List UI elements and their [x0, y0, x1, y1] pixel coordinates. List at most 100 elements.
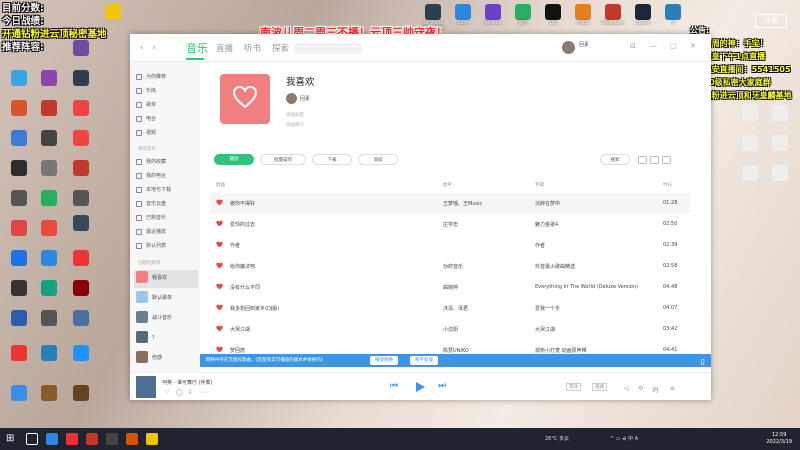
app-icon[interactable] — [86, 433, 98, 445]
volume-icon[interactable]: ◁ — [624, 385, 629, 392]
add-tags-link[interactable]: 添加标签 — [286, 112, 304, 118]
song-artist[interactable]: 陈慧UNIKO — [443, 347, 469, 354]
sidebar-item-default-list[interactable]: 默认列表 — [136, 241, 166, 251]
desktop-icon[interactable] — [4, 130, 34, 147]
minimize-button[interactable]: — — [650, 42, 657, 50]
list-view-icon[interactable] — [638, 156, 647, 164]
liked-heart-icon[interactable] — [216, 283, 223, 290]
speed-button[interactable]: 倍速 — [592, 383, 607, 391]
search-input[interactable] — [293, 43, 363, 54]
desktop-icon[interactable] — [4, 160, 34, 177]
song-row[interactable]: 作者 作者 02:39 — [210, 235, 690, 256]
desktop-icon-wallpaper[interactable]: Wallpaper — [598, 4, 628, 26]
next-icon[interactable]: ⏭ — [438, 381, 446, 391]
song-album[interactable]: 魅力金歌4 — [535, 221, 558, 228]
more-icon[interactable]: ⋯ — [200, 389, 206, 396]
desktop-icon[interactable] — [34, 220, 64, 237]
song-artist[interactable]: 王梦瑶、王Music — [443, 200, 482, 207]
desktop-icon[interactable] — [34, 310, 64, 327]
song-album[interactable]: 爱我一个乎 — [535, 305, 560, 312]
song-artist[interactable]: 沐清、泽君 — [443, 305, 468, 312]
song-row[interactable]: 给你魔法吧 功府音乐 抖音最火歌曲精选 02:58 — [210, 256, 690, 277]
liked-heart-icon[interactable] — [216, 199, 223, 206]
edge-icon[interactable] — [46, 433, 58, 445]
user-name[interactable]: 回素 — [579, 41, 589, 48]
liked-heart-icon[interactable] — [216, 220, 223, 227]
user-avatar[interactable] — [562, 41, 575, 54]
song-row[interactable]: 我多想回到家乡(DJ版) 沐清、泽君 爱我一个乎 04:07 — [210, 298, 690, 319]
batch-button[interactable]: 批量操作 — [260, 154, 306, 165]
song-artist[interactable]: 庄学忠 — [443, 221, 458, 228]
play-all-button[interactable]: 播放 — [214, 154, 254, 165]
song-row[interactable]: 爱你的过去 庄学忠 魅力金歌4 02:50 — [210, 214, 690, 235]
notice-phone-icon[interactable]: ▯ — [701, 355, 705, 368]
play-icon[interactable] — [414, 381, 426, 393]
app-icon[interactable] — [66, 433, 78, 445]
sidebar-item-purchased[interactable]: 已购音乐 — [136, 213, 166, 223]
replace-button[interactable]: 播放替换 — [370, 356, 398, 365]
song-album[interactable]: Everything In The World (Deluxe Version) — [535, 284, 638, 290]
desktop-icon[interactable] — [66, 280, 96, 297]
now-playing-cover[interactable] — [136, 376, 156, 398]
desktop-icon-raze[interactable]: Raze — [448, 4, 478, 26]
desktop-icon[interactable] — [66, 345, 96, 362]
song-row[interactable]: 被你不得好 王梦瑶、王Music 沉醉在梦中 01:28 — [210, 193, 690, 214]
back-arrow-icon[interactable]: ‹ — [140, 43, 144, 53]
desktop-icon[interactable] — [34, 130, 64, 147]
sidebar-item-cloud[interactable]: 音乐云盘 — [136, 199, 166, 209]
download-icon[interactable]: ⇩ — [188, 389, 193, 396]
song-album[interactable]: 沉醉在梦中 — [535, 200, 560, 207]
liked-heart-icon[interactable] — [216, 241, 223, 248]
playlist-item[interactable]: 战斗音乐 — [134, 310, 198, 328]
desktop-file-icon[interactable] — [735, 105, 765, 122]
download-button[interactable]: 下载 — [312, 154, 352, 165]
song-album[interactable]: 作者 — [535, 242, 545, 249]
sidebar-item-favorites[interactable]: 我的收藏 — [136, 157, 166, 167]
tab-live[interactable]: 直播 — [216, 42, 233, 54]
tab-music[interactable]: 音乐 — [186, 40, 208, 56]
sidebar-item-playlists[interactable]: 歌单 — [136, 100, 156, 110]
now-playing-title[interactable]: 何英 - 谁可舞厅 (伴奏) — [162, 379, 212, 386]
playlist-item[interactable]: 我喜欢 — [134, 270, 198, 288]
desktop-icon[interactable] — [34, 100, 64, 117]
forward-arrow-icon[interactable]: › — [152, 43, 156, 53]
skin-icon[interactable]: ⊟ — [630, 42, 636, 50]
liked-heart-icon[interactable] — [216, 262, 223, 269]
sidebar-item-radio[interactable]: 电台 — [136, 114, 156, 124]
column-song[interactable]: 歌曲 — [216, 182, 225, 188]
desktop-icon[interactable] — [34, 250, 64, 267]
liked-heart-icon[interactable] — [216, 325, 223, 332]
ignore-button[interactable]: 暂不处理 — [410, 356, 438, 365]
tray-icons[interactable]: ^ ▭ ◂) 中 A — [610, 435, 638, 442]
song-album[interactable]: 孤桥小灯笼 动画原声带 — [535, 347, 587, 354]
tab-books[interactable]: 听书 — [244, 42, 261, 54]
desktop-icon[interactable] — [4, 280, 34, 297]
search-icon[interactable] — [26, 433, 38, 445]
start-icon[interactable]: ⊞ — [6, 433, 18, 445]
song-artist[interactable]: 功府音乐 — [443, 263, 463, 270]
sidebar-item-video[interactable]: 视频 — [136, 128, 156, 138]
more-icon[interactable] — [662, 156, 671, 164]
desktop-icon-wemod[interactable]: WeMod — [478, 4, 508, 26]
previous-icon[interactable]: ⏮ — [390, 381, 398, 391]
sidebar-item-recommend[interactable]: 为你推荐 — [136, 72, 166, 82]
desktop-icon[interactable] — [4, 345, 34, 362]
desktop-icon[interactable] — [66, 100, 96, 117]
sort-icon[interactable] — [650, 156, 659, 164]
desktop-file-icon[interactable] — [765, 105, 795, 122]
desktop-icon[interactable] — [34, 160, 64, 177]
tab-explore[interactable]: 探索 — [272, 42, 289, 54]
add-button[interactable]: 添加 — [358, 154, 398, 165]
desktop-icon[interactable] — [66, 190, 96, 207]
desktop-icon[interactable] — [4, 220, 34, 237]
desktop-icon[interactable] — [4, 100, 34, 117]
lyrics-icon[interactable]: 词 — [652, 385, 658, 394]
desktop-icon-u[interactable]: U — [658, 4, 688, 26]
desktop-icon-pubg[interactable]: PUBG — [568, 4, 598, 26]
desktop-file-icon[interactable] — [735, 165, 765, 182]
desktop-file-icon[interactable] — [765, 165, 795, 182]
sidebar-item-recent[interactable]: 最近播放 — [136, 227, 166, 237]
song-artist[interactable]: 曲婉婷 — [443, 284, 458, 291]
column-album[interactable]: 专辑 — [535, 182, 544, 188]
desktop-icon-steam[interactable]: Steam — [628, 4, 658, 26]
